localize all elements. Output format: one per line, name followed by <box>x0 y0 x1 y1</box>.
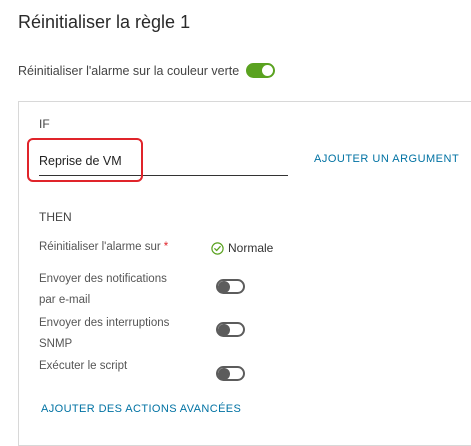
reset-alarm-green-label: Réinitialiser l'alarme sur la couleur ve… <box>18 63 240 78</box>
add-advanced-actions-link[interactable]: AJOUTER DES ACTIONS AVANCÉES <box>41 403 241 415</box>
reset-alarm-status: Normale <box>211 241 273 255</box>
add-argument-link[interactable]: AJOUTER UN ARGUMENT <box>314 153 459 165</box>
reset-alarm-on-label: Réinitialiser l'alarme sur * <box>39 237 168 258</box>
snmp-traps-toggle[interactable] <box>216 322 245 337</box>
status-normal-text: Normale <box>228 241 274 255</box>
if-label: IF <box>39 117 50 131</box>
then-label: THEN <box>39 210 72 224</box>
email-notifications-label: Envoyer des notifications par e-mail <box>39 269 167 311</box>
reset-alarm-green-row: Réinitialiser l'alarme sur la couleur ve… <box>18 63 276 78</box>
toggle-knob <box>262 65 274 76</box>
required-marker: * <box>163 241 169 253</box>
highlight-box <box>27 138 143 182</box>
reset-alarm-green-toggle[interactable] <box>246 63 276 78</box>
toggle-knob <box>217 323 230 336</box>
snmp-traps-label-line2: SNMP <box>39 338 73 350</box>
snmp-traps-label: Envoyer des interruptions SNMP <box>39 313 169 355</box>
run-script-label: Exécuter le script <box>39 360 128 372</box>
email-notifications-label-line1: Envoyer des notifications <box>39 273 167 285</box>
toggle-knob <box>217 367 230 380</box>
reset-alarm-on-text: Réinitialiser l'alarme sur <box>39 241 161 253</box>
snmp-traps-label-line1: Envoyer des interruptions <box>39 317 170 329</box>
email-notifications-toggle[interactable] <box>216 279 245 294</box>
run-script-toggle[interactable] <box>216 366 245 381</box>
page-title: Réinitialiser la règle 1 <box>18 12 191 32</box>
email-notifications-label-line2: par e-mail <box>39 294 91 306</box>
toggle-knob <box>217 280 230 293</box>
check-circle-icon <box>211 241 224 255</box>
